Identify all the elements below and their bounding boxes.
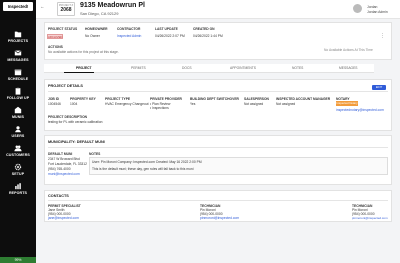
detail-col-job-id: JOB ID (48, 97, 59, 101)
sidebar-item-label: CUSTOMERS (6, 153, 30, 157)
divider (48, 200, 388, 201)
customers-icon (14, 145, 22, 152)
muni-address-2: Fort Lauderdale, FL 33312 (48, 162, 87, 166)
building-dept-value: Yes (190, 102, 196, 106)
project-details-title: PROJECT DETAILS (48, 84, 83, 88)
private-provider-value: • Plan Review • Inspections (150, 102, 171, 110)
job-id-value: 1004546 (48, 102, 61, 106)
muni-address-1: 2347 W Broward Blvd (48, 157, 80, 161)
edit-button[interactable]: EDIT (372, 85, 386, 90)
sidebar-item-label: PROJECTS (7, 39, 29, 43)
building-icon (14, 106, 22, 114)
description-value: testing for PL with ceramic calibration (48, 120, 103, 124)
note-text: This is the default muni; these day, gen… (92, 167, 194, 171)
summary-col-contractor: CONTRACTOR (117, 27, 141, 31)
actions-title: ACTIONS (48, 45, 63, 49)
project-tabs: PROJECT PERMITS DOCS APPOINTMENTS NOTES … (44, 64, 374, 73)
contacts-title: CONTACTS (48, 194, 69, 198)
sidebar-item-label: REPORTS (8, 191, 28, 195)
folder-icon (14, 31, 22, 38)
tab-appointments[interactable]: APPOINTMENTS (230, 66, 256, 70)
tab-notes[interactable]: NOTES (292, 66, 303, 70)
page-title: 9135 Meadowrun Pl (80, 2, 145, 9)
calendar-icon (14, 69, 22, 76)
muni-name: DEFAULT MUNI (48, 152, 73, 156)
homeowner-value: No Owner (85, 34, 100, 38)
more-options-icon[interactable]: ⋮ (380, 33, 385, 39)
tab-docs[interactable]: DOCS (182, 66, 192, 70)
contact-email[interactable]: pinmoroni@inspected.com (200, 216, 239, 220)
detail-col-private-provider: PRIVATE PROVIDER (150, 97, 182, 101)
created-value: 04/26/2022 1:44 PM (193, 34, 223, 38)
no-actions-text: No Available Actions At This Time (324, 48, 373, 52)
detail-col-building-dept: BUILDING DEPT SWITCHOVER (190, 97, 239, 101)
sidebar-item-projects[interactable]: PROJECTS (0, 30, 36, 48)
status-badge: ARCHIVED (47, 34, 63, 39)
note-meta: User: Pin Moroni Company: Inspected.com … (92, 160, 202, 164)
sidebar-item-schedule[interactable]: SCHEDULE (0, 68, 36, 86)
sidebar-item-label: MUNIS (11, 115, 25, 119)
active-tab-indicator (64, 72, 94, 73)
property-key-value: 1004 (70, 102, 78, 106)
sidebar-item-label: MESSAGES (7, 58, 29, 62)
summary-col-homeowner: HOMEOWNER (85, 27, 108, 31)
sidebar-item-messages[interactable]: MESSAGES (0, 49, 36, 67)
muni-phone: (954) 765-4000 (48, 167, 71, 171)
notary-badge[interactable]: Inspected Notary (336, 101, 358, 106)
page-header: ← PROJECT # 2068 9135 Meadowrun Pl San D… (36, 0, 400, 19)
actions-text: No available actions for this project at… (48, 50, 119, 54)
sidebar-item-users[interactable]: USERS (0, 125, 36, 143)
back-arrow-icon[interactable]: ← (40, 4, 45, 9)
muni-email[interactable]: muni@inspected.com (48, 172, 80, 176)
badge-number: 2068 (60, 7, 72, 13)
sidebar-item-customers[interactable]: CUSTOMERS (0, 144, 36, 162)
detail-col-salesperson: SALESPERSON (244, 97, 269, 101)
description-label: PROJECT DESCRIPTION (48, 115, 88, 119)
gear-icon (14, 163, 22, 171)
sidebar-item-follow-up[interactable]: FOLLOW UP (0, 87, 36, 105)
contact-email[interactable]: pinmoroni@inspected.com (352, 216, 388, 220)
chart-icon (15, 183, 21, 190)
sidebar-item-label: SETUP (11, 172, 25, 176)
tab-permits[interactable]: PERMITS (131, 66, 146, 70)
sidebar-item-setup[interactable]: SETUP (0, 163, 36, 181)
detail-col-property-key: PROPERTY KEY (70, 97, 96, 101)
clipboard-icon (15, 87, 21, 95)
user-role: Jordan Admin (367, 10, 388, 14)
sidebar-item-label: SCHEDULE (7, 77, 29, 81)
sidebar-item-label: USERS (11, 134, 25, 138)
project-type-value: HVAC Emergency Changeout (105, 102, 149, 106)
avatar[interactable] (353, 4, 362, 13)
summary-col-created: CREATED ON (193, 27, 215, 31)
sidebar-item-label: FOLLOW UP (6, 96, 30, 100)
divider (48, 147, 388, 148)
detail-col-account-manager: INSPECTED ACCOUNT MANAGER (276, 97, 331, 101)
summary-col-last-update: LAST UPDATE (155, 27, 178, 31)
detail-col-project-type: PROJECT TYPE (105, 97, 131, 101)
municipality-title: MUNICIPALITY: DEFAULT MUNI (48, 140, 105, 144)
notes-label: NOTES (89, 152, 101, 156)
contractor-link[interactable]: Inspected Admin (117, 34, 141, 38)
page-subtitle: San Diego, CA 92129 (80, 11, 119, 16)
sidebar-item-reports[interactable]: REPORTS (0, 182, 36, 200)
last-update-value: 04/26/2022 2:07 PM (155, 34, 185, 38)
summary-col-status: PROJECT STATUS (48, 27, 78, 31)
user-name[interactable]: Jordan (367, 5, 377, 9)
envelope-icon (14, 50, 22, 56)
app-logo: Inspected! (3, 2, 33, 11)
contact-email[interactable]: jane@inspected.com (48, 216, 79, 220)
notary-email[interactable]: inspectednotary@inspected.com (336, 108, 384, 112)
progress-indicator: 99% (0, 257, 36, 263)
users-icon (15, 126, 21, 133)
tab-project[interactable]: PROJECT (76, 66, 92, 70)
sidebar-item-munis[interactable]: MUNIS (0, 106, 36, 124)
project-number-badge: PROJECT # 2068 (57, 2, 75, 16)
account-manager-value: Not assigned (276, 102, 296, 106)
divider (48, 91, 388, 92)
tab-messages[interactable]: MESSAGES (339, 66, 358, 70)
salesperson-value: Not assigned (244, 102, 264, 106)
sidebar: Inspected! PROJECTS MESSAGES SCHEDULE FO… (0, 0, 36, 263)
